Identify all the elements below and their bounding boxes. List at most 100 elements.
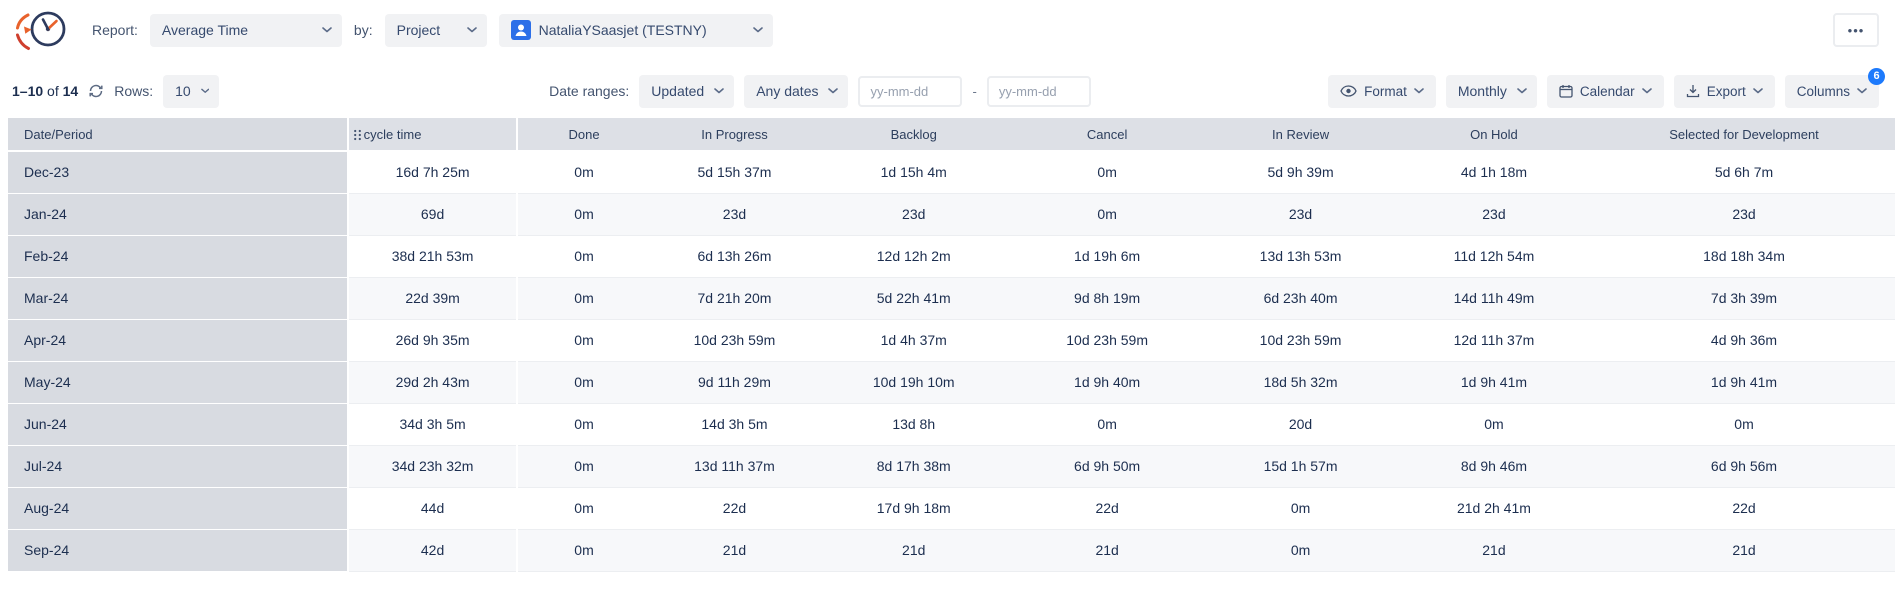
report-type-value: Average Time [162, 22, 248, 38]
value-cell: 0m [517, 403, 649, 445]
chevron-down-icon [753, 27, 763, 33]
value-cell: 10d 19h 10m [819, 361, 1008, 403]
value-cell: 0m [1593, 403, 1895, 445]
project-value: NataliaYSaasjet (TESTNY) [539, 22, 745, 38]
value-cell: 13d 11h 37m [650, 445, 820, 487]
export-label: Export [1707, 84, 1746, 99]
rows-label: Rows: [114, 83, 153, 99]
column-header[interactable]: In Progress [650, 118, 820, 151]
date-mode-value: Any dates [756, 83, 818, 99]
period-cell: Sep-24 [8, 529, 348, 571]
value-cell: 0m [1008, 151, 1206, 193]
pagination-group: 1–10 of 14 Rows: 10 [12, 75, 219, 108]
column-header[interactable]: Backlog [819, 118, 1008, 151]
period-cell: Aug-24 [8, 487, 348, 529]
value-cell: 0m [517, 151, 649, 193]
value-cell: 6d 9h 56m [1593, 445, 1895, 487]
period-value: Monthly [1458, 83, 1507, 99]
column-header[interactable]: Cancel [1008, 118, 1206, 151]
value-cell: 1d 9h 40m [1008, 361, 1206, 403]
value-cell: 34d 3h 5m [348, 403, 518, 445]
date-mode-dropdown[interactable]: Any dates [744, 75, 848, 108]
group-by-dropdown[interactable]: Project [385, 14, 487, 47]
columns-button[interactable]: Columns 6 [1785, 75, 1879, 108]
value-cell: 1d 15h 4m [819, 151, 1008, 193]
value-cell: 0m [517, 529, 649, 571]
value-cell: 17d 9h 18m [819, 487, 1008, 529]
table-body: Dec-2316d 7h 25m0m5d 15h 37m1d 15h 4m0m5… [8, 151, 1895, 571]
chevron-down-icon [1753, 88, 1763, 94]
column-header-label: In Review [1272, 127, 1329, 142]
calendar-label: Calendar [1580, 84, 1635, 99]
report-type-dropdown[interactable]: Average Time [150, 14, 342, 47]
value-cell: 12d 12h 2m [819, 235, 1008, 277]
table-row: Jun-2434d 3h 5m0m14d 3h 5m13d 8h0m20d0m0… [8, 403, 1895, 445]
date-from-input[interactable] [858, 76, 962, 107]
more-options-button[interactable]: ••• [1833, 13, 1879, 47]
column-header[interactable]: In Review [1206, 118, 1395, 151]
value-cell: 10d 23h 59m [1206, 319, 1395, 361]
value-cell: 14d 11h 49m [1395, 277, 1593, 319]
value-cell: 10d 23h 59m [1008, 319, 1206, 361]
value-cell: 21d [1395, 529, 1593, 571]
calendar-button[interactable]: Calendar [1547, 75, 1664, 108]
value-cell: 0m [1206, 487, 1395, 529]
value-cell: 21d [1593, 529, 1895, 571]
refresh-button[interactable] [88, 84, 104, 98]
value-cell: 42d [348, 529, 518, 571]
value-cell: 5d 22h 41m [819, 277, 1008, 319]
project-dropdown[interactable]: NataliaYSaasjet (TESTNY) [499, 14, 773, 47]
chevron-down-icon [1642, 88, 1652, 94]
period-cell: Feb-24 [8, 235, 348, 277]
group-by-value: Project [397, 22, 441, 38]
chevron-down-icon [467, 27, 477, 33]
value-cell: 4d 1h 18m [1395, 151, 1593, 193]
period-cell: Jul-24 [8, 445, 348, 487]
column-header-label: In Progress [701, 127, 767, 142]
column-header[interactable]: Done [517, 118, 649, 151]
value-cell: 15d 1h 57m [1206, 445, 1395, 487]
value-cell: 21d [650, 529, 820, 571]
value-cell: 0m [517, 277, 649, 319]
table-header-row: Date/Period cycle time Done In Progress Back… [8, 118, 1895, 151]
export-button[interactable]: Export [1674, 75, 1775, 108]
value-cell: 13d 13h 53m [1206, 235, 1395, 277]
rows-per-page-dropdown[interactable]: 10 [163, 75, 219, 108]
column-header[interactable]: On Hold [1395, 118, 1593, 151]
value-cell: 9d 8h 19m [1008, 277, 1206, 319]
value-cell: 20d [1206, 403, 1395, 445]
column-header[interactable]: Selected for Development [1593, 118, 1895, 151]
value-cell: 23d [1593, 193, 1895, 235]
format-label: Format [1364, 84, 1407, 99]
value-cell: 14d 3h 5m [650, 403, 820, 445]
value-cell: 38d 21h 53m [348, 235, 518, 277]
column-header[interactable]: cycle time [348, 118, 518, 151]
table-row: Mar-2422d 39m0m7d 21h 20m5d 22h 41m9d 8h… [8, 277, 1895, 319]
value-cell: 22d 39m [348, 277, 518, 319]
date-ranges-label: Date ranges: [549, 83, 629, 99]
period-dropdown[interactable]: Monthly [1446, 75, 1537, 108]
column-header-label: Done [568, 127, 599, 142]
date-field-dropdown[interactable]: Updated [639, 75, 734, 108]
view-actions-group: Format Monthly Calendar [1328, 75, 1879, 108]
table-row: Aug-2444d0m22d17d 9h 18m22d0m21d 2h 41m2… [8, 487, 1895, 529]
value-cell: 21d [1008, 529, 1206, 571]
column-header-label: Date/Period [24, 127, 93, 142]
value-cell: 1d 4h 37m [819, 319, 1008, 361]
column-header-label: Cancel [1087, 127, 1127, 142]
table-row: Jan-2469d0m23d23d0m23d23d23d [8, 193, 1895, 235]
value-cell: 29d 2h 43m [348, 361, 518, 403]
column-header-label: cycle time [364, 127, 422, 142]
column-header[interactable]: Date/Period [8, 118, 348, 151]
date-to-input[interactable] [987, 76, 1091, 107]
column-header-label: On Hold [1470, 127, 1518, 142]
period-cell: Jan-24 [8, 193, 348, 235]
download-icon [1686, 84, 1700, 98]
value-cell: 22d [650, 487, 820, 529]
by-label: by: [354, 22, 373, 38]
value-cell: 6d 13h 26m [650, 235, 820, 277]
drag-handle-icon[interactable] [353, 129, 362, 141]
format-button[interactable]: Format [1328, 75, 1436, 108]
value-cell: 16d 7h 25m [348, 151, 518, 193]
value-cell: 5d 9h 39m [1206, 151, 1395, 193]
